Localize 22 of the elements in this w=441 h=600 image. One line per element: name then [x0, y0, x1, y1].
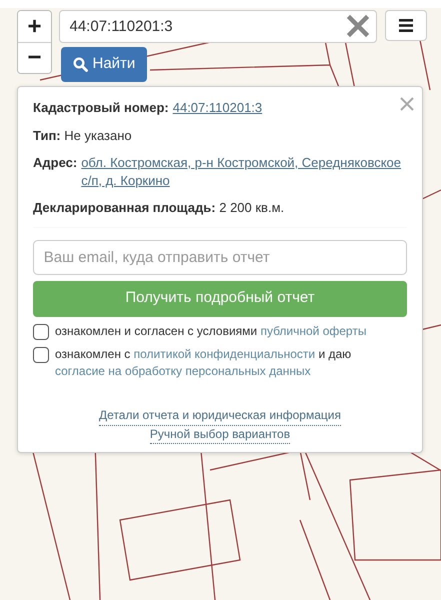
- consent-checkbox[interactable]: [33, 346, 49, 363]
- field-link[interactable]: 44:07:110201:3: [172, 99, 262, 117]
- zoom-out-button[interactable]: −: [18, 42, 51, 73]
- consent-link[interactable]: публичной оферты: [260, 324, 366, 338]
- field-label: Кадастровый номер:: [33, 99, 169, 117]
- search-icon: [72, 57, 88, 72]
- menu-icon[interactable]: [384, 10, 426, 41]
- clear-icon[interactable]: [346, 15, 368, 37]
- find-button[interactable]: Найти: [60, 47, 148, 82]
- email-field[interactable]: Ваш email, куда отправить отчет: [33, 240, 407, 275]
- footer-link[interactable]: Детали отчета и юридическая информация: [99, 407, 341, 426]
- search-field[interactable]: 44:07:110201:3: [58, 10, 376, 43]
- consent-text: ознакомлен с политикой конфиденциальности и даю согласие на обработку персональных данных: [55, 346, 352, 380]
- consent-link[interactable]: политикой конфиденциальности: [134, 346, 316, 361]
- consent-link[interactable]: согласие на обработку персональных данных: [55, 364, 311, 378]
- field-link[interactable]: обл. Костромская, р-н Костромской, Середняковское с/п, д. Коркино: [81, 154, 407, 190]
- field-text: Тип: Не указано: [33, 126, 133, 144]
- field-label: Адрес:: [33, 154, 78, 172]
- field-text: Декларированная площадь: 2 200 кв.м.: [33, 199, 286, 217]
- consent-checkbox[interactable]: [33, 324, 49, 340]
- footer-link[interactable]: Ручной выбор вариантов: [150, 426, 290, 444]
- consent-text: ознакомлен и согласен с условиями публичной оферты: [55, 322, 366, 340]
